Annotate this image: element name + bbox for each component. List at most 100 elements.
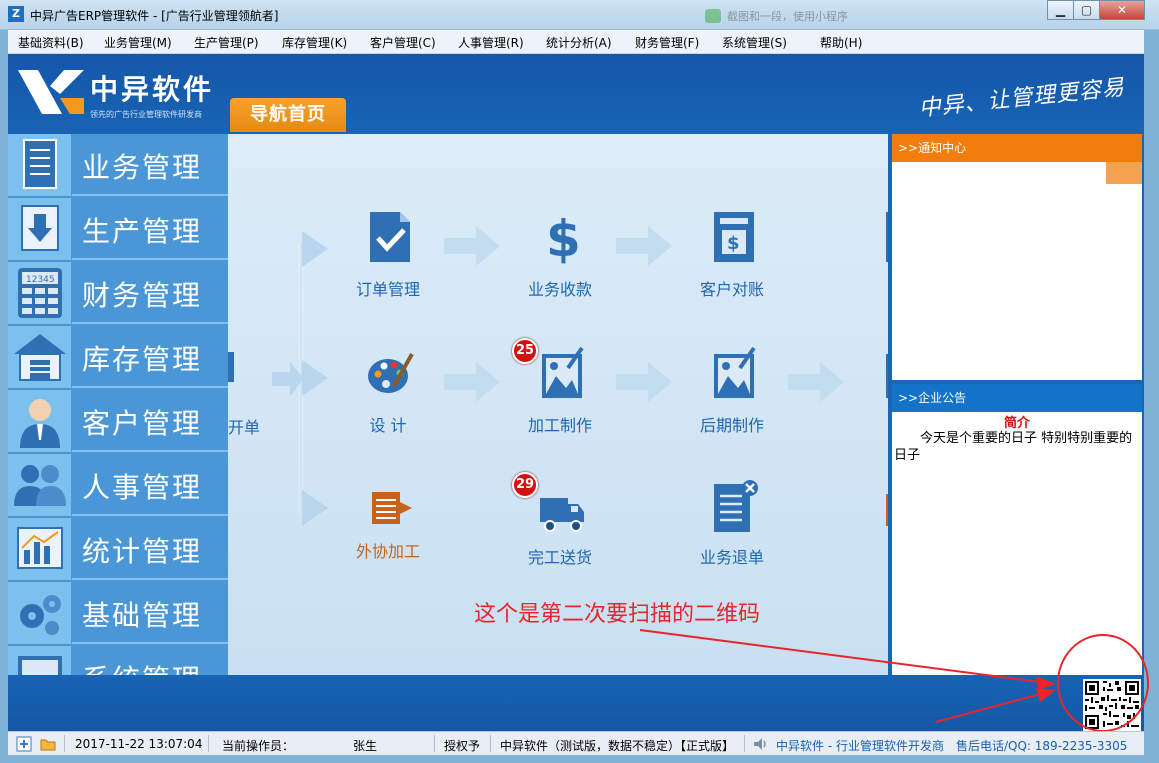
workflow-node-postproduction[interactable]: 后期制作 — [672, 346, 792, 456]
status-separator — [434, 735, 435, 752]
delivery-count-badge: 29 — [512, 472, 538, 498]
sidebar-item-hr[interactable]: 人事管理 — [8, 454, 228, 516]
menu-business[interactable]: 业务管理(M) — [104, 34, 172, 51]
add-record-icon[interactable] — [16, 736, 32, 752]
speaker-icon[interactable] — [752, 736, 768, 752]
menu-production[interactable]: 生产管理(P) — [194, 34, 259, 51]
menu-finance[interactable]: 财务管理(F) — [635, 34, 699, 51]
warehouse-icon — [8, 326, 72, 388]
sidebar-item-basic[interactable]: 基础管理 — [8, 582, 228, 644]
status-bar: 2017-11-22 13:07:04 当前操作员： 张生 授权予 中异软件（测… — [8, 731, 1144, 755]
menu-statistics[interactable]: 统计分析(A) — [546, 34, 612, 51]
menu-hr[interactable]: 人事管理(R) — [458, 34, 524, 51]
folder-icon[interactable] — [40, 736, 56, 752]
outsource-icon — [372, 492, 412, 524]
sidebar-item-label: 库存管理 — [82, 343, 203, 376]
sidebar-item-finance[interactable]: 12345 财务管理 — [8, 262, 228, 324]
workflow-node-label: 业务收款 — [527, 280, 592, 299]
workflow-node-label: 客户对账 — [699, 280, 764, 299]
branch-arrow-icon — [272, 362, 304, 396]
notice-center-header[interactable]: >>通知中心 — [892, 134, 1142, 162]
announcement-heading: 简介 — [1003, 416, 1030, 431]
workflow-node-install[interactable]: 安装 — [844, 346, 888, 456]
workflow-node-label: 后期制作 — [699, 416, 764, 435]
restore-button[interactable]: ▢ — [1073, 0, 1100, 20]
partial-house-icon — [228, 352, 234, 382]
chevron-right-icon — [302, 231, 328, 267]
people-icon — [8, 454, 72, 516]
workflow-node-receipt[interactable]: $ 业务收款 — [500, 210, 620, 320]
qr-code-icon — [1085, 681, 1139, 729]
title-bar: Z 中异广告ERP管理软件 - [广告行业管理领航者] 截图和一段，使用小程序 … — [0, 0, 1159, 30]
status-datetime: 2017-11-22 13:07:04 — [75, 737, 203, 751]
calculator-icon: 12345 — [8, 262, 72, 324]
workflow-node-label: 业务退单 — [699, 548, 764, 567]
sidebar-item-customer[interactable]: 客户管理 — [8, 390, 228, 452]
workflow-node-delivery[interactable]: 完工送货 — [500, 484, 620, 594]
workflow-node-outsource[interactable]: 外协加工 — [328, 484, 448, 594]
sidebar-item-system[interactable]: 系统管理 — [8, 646, 228, 675]
status-license: 中异软件（测试版，数据不稳定）【正式版】 — [500, 739, 735, 753]
workflow-node-ledger[interactable]: 账务 — [844, 210, 888, 320]
chevron-right-icon — [302, 360, 328, 396]
workflow-node-label: 安装 — [844, 412, 889, 436]
chevron-right-icon — [302, 490, 328, 526]
workflow-node-return[interactable]: 业务退单 — [672, 480, 792, 590]
sidebar-item-label: 统计管理 — [82, 535, 203, 568]
left-navigation: 业务管理 生产管理 12345 财务管理 库存管理 客户管理 人事管理 统计管理… — [8, 134, 228, 675]
svg-text:$: $ — [546, 210, 581, 264]
wechat-icon — [705, 9, 721, 23]
close-button[interactable]: ✕ — [1099, 0, 1145, 20]
processing-count-badge: 25 — [512, 338, 538, 364]
status-separator — [208, 735, 209, 752]
image-edit-icon — [542, 346, 584, 398]
sidebar-item-label: 人事管理 — [82, 471, 203, 504]
workflow-node-progress[interactable]: 进度 — [844, 484, 888, 594]
workflow-node-design[interactable]: 设 计 — [328, 346, 448, 456]
menu-inventory[interactable]: 库存管理(K) — [282, 34, 347, 51]
workflow-node-statement[interactable]: $ 客户对账 — [672, 210, 792, 320]
sidebar-item-statistics[interactable]: 统计管理 — [8, 518, 228, 580]
sidebar-item-label: 基础管理 — [82, 599, 203, 632]
menu-basic-data[interactable]: 基础资料(B) — [18, 34, 84, 51]
announcement-header[interactable]: >>企业公告 — [892, 384, 1142, 412]
menu-customer[interactable]: 客户管理(C) — [370, 34, 436, 51]
window-controls: ▁ ▢ ✕ — [1047, 0, 1145, 20]
app-header: 中异软件 领先的广告行业管理软件研发商 导航首页 中异、让管理更容易 — [8, 54, 1144, 134]
workflow-node-label: 外协加工 — [355, 542, 420, 561]
gears-icon — [8, 582, 72, 644]
minimize-button[interactable]: ▁ — [1047, 0, 1074, 20]
brand-logo-icon — [18, 70, 84, 114]
status-operator: 张生 — [353, 739, 378, 753]
svg-text:$: $ — [727, 233, 740, 254]
status-hotline: 售后电话/QQ: 189-2235-3305 — [956, 739, 1128, 753]
announcement-body: 今天是个重要的日子 特别特别重要的日子 — [894, 431, 1133, 463]
chart-icon — [8, 518, 72, 580]
brand-name: 中异软件 — [90, 73, 215, 106]
sidebar-item-label: 客户管理 — [82, 407, 203, 440]
arrow-right-icon — [616, 362, 672, 402]
sidebar-item-label: 生产管理 — [82, 215, 203, 248]
arrow-right-icon — [788, 362, 844, 402]
sidebar-item-production[interactable]: 生产管理 — [8, 198, 228, 260]
sidebar-item-inventory[interactable]: 库存管理 — [8, 326, 228, 388]
sidebar-item-business[interactable]: 业务管理 — [8, 134, 228, 196]
status-operator-label: 当前操作员： — [222, 739, 295, 753]
workflow-partial-order[interactable]: 开单 — [228, 414, 260, 438]
arrow-right-icon — [616, 226, 672, 266]
menu-system[interactable]: 系统管理(S) — [722, 34, 787, 51]
sidebar-item-label: 业务管理 — [82, 151, 203, 184]
workflow-node-label: 完工送货 — [527, 548, 592, 567]
arrow-right-icon — [444, 226, 500, 266]
order-check-icon — [370, 212, 410, 262]
arrow-right-icon — [444, 362, 500, 402]
image-edit-icon — [714, 346, 756, 398]
workflow-node-order[interactable]: 订单管理 — [328, 210, 448, 320]
notice-scroll-tab[interactable] — [1106, 162, 1142, 184]
tab-navigation-home[interactable]: 导航首页 — [230, 98, 346, 132]
slogan-calligraphy: 中异、让管理更容易 — [917, 75, 1127, 122]
dollar-icon: $ — [546, 210, 581, 264]
statement-icon: $ — [714, 212, 754, 262]
menu-help[interactable]: 帮助(H) — [820, 34, 862, 51]
palette-icon — [368, 353, 414, 393]
